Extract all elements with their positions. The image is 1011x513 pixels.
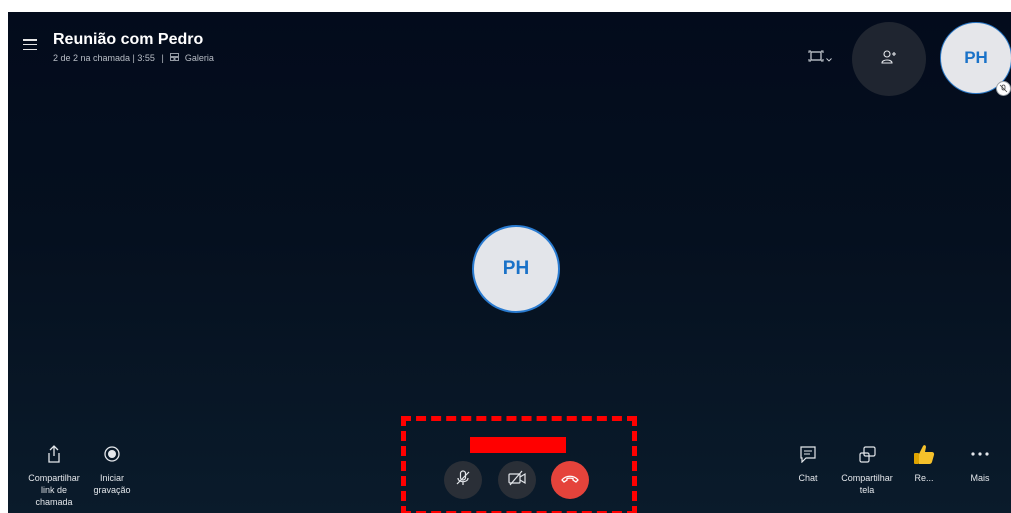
mic-off-badge-icon	[996, 81, 1011, 96]
more-icon	[971, 442, 989, 466]
participant-avatar: PH	[472, 225, 560, 313]
more-button[interactable]: Mais	[954, 442, 1006, 484]
share-screen-icon	[858, 442, 876, 466]
call-title: Reunião com Pedro	[53, 31, 204, 48]
record-icon	[104, 442, 120, 466]
add-people-button[interactable]	[852, 22, 926, 96]
call-subtitle: 2 de 2 na chamada | 3:55 | Galeria	[53, 53, 214, 63]
share-link-label: Compartilhar link de chamada	[28, 473, 80, 507]
share-screen-button[interactable]: Compartilhar tela	[841, 442, 893, 496]
redaction-bar	[470, 437, 566, 453]
video-off-icon	[507, 470, 527, 491]
call-window: Reunião com Pedro 2 de 2 na chamada | 3:…	[8, 12, 1011, 513]
gallery-icon	[170, 53, 180, 63]
chat-button[interactable]: Chat	[782, 442, 834, 484]
layout-button[interactable]	[808, 50, 832, 65]
share-icon	[47, 442, 61, 466]
record-label: Iniciar gravação	[93, 473, 131, 495]
more-label: Mais	[970, 473, 990, 483]
phone-hangup-icon	[561, 471, 579, 489]
share-screen-label: Compartilhar tela	[841, 473, 893, 495]
hamburger-icon[interactable]	[23, 39, 37, 50]
chevron-down-icon	[826, 50, 832, 65]
video-toggle-button[interactable]	[498, 461, 536, 499]
hangup-button[interactable]	[551, 461, 589, 499]
share-link-button[interactable]: Compartilhar link de chamada	[28, 442, 80, 508]
react-button[interactable]: Re...	[898, 442, 950, 484]
add-person-icon	[881, 49, 897, 69]
subtitle-separator: |	[161, 53, 164, 63]
react-label: Re...	[914, 473, 934, 483]
chat-label: Chat	[798, 473, 818, 483]
mute-button[interactable]	[444, 461, 482, 499]
view-mode[interactable]: Galeria	[185, 53, 214, 63]
mic-off-icon	[454, 469, 472, 492]
call-status: 2 de 2 na chamada | 3:55	[53, 53, 155, 63]
chat-icon	[800, 442, 816, 466]
screen-layout-icon	[808, 50, 824, 65]
record-button[interactable]: Iniciar gravação	[86, 442, 138, 496]
thumbs-up-icon	[913, 442, 935, 466]
